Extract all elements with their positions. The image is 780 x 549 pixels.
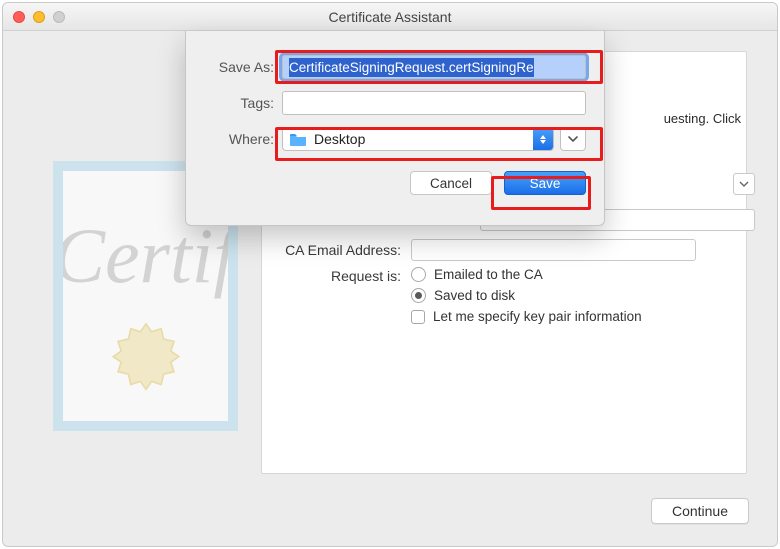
background-dropdown-stub[interactable] (733, 173, 755, 195)
keypair-check-row[interactable]: Let me specify key pair information (411, 309, 642, 324)
chevron-down-icon (567, 133, 579, 145)
zoom-window-button[interactable] (53, 11, 65, 23)
sheet-button-row: Cancel Save (186, 163, 604, 195)
tags-label: Tags: (196, 95, 274, 111)
close-window-button[interactable] (13, 11, 25, 23)
disclosure-button[interactable] (560, 127, 586, 151)
ca-email-field[interactable] (411, 239, 696, 261)
where-stepper-icon (533, 128, 553, 150)
instruction-text-fragment: uesting. Click (664, 111, 741, 126)
radio-saved-label: Saved to disk (434, 288, 515, 303)
titlebar: Certificate Assistant (3, 3, 777, 31)
continue-button[interactable]: Continue (651, 498, 749, 524)
ca-email-row: CA Email Address: (261, 239, 696, 261)
where-label: Where: (196, 131, 274, 147)
save-as-field[interactable]: CertificateSigningRequest.certSigningRe (282, 55, 586, 79)
cancel-button[interactable]: Cancel (410, 171, 492, 195)
save-sheet: Save As: CertificateSigningRequest.certS… (185, 31, 605, 226)
window-controls (13, 11, 65, 23)
radio-saved[interactable] (411, 288, 426, 303)
save-as-row: Save As: CertificateSigningRequest.certS… (186, 55, 604, 79)
request-is-label: Request is: (261, 267, 401, 284)
minimize-window-button[interactable] (33, 11, 45, 23)
certificate-seal-icon (106, 319, 186, 399)
radio-emailed-label: Emailed to the CA (434, 267, 543, 282)
save-as-value: CertificateSigningRequest.certSigningRe (289, 58, 534, 77)
save-button-label: Save (530, 176, 561, 191)
radio-emailed-row[interactable]: Emailed to the CA (411, 267, 642, 282)
folder-icon (289, 132, 307, 146)
certificate-assistant-window: Certificate Assistant Certif uesting. Cl… (2, 2, 778, 547)
request-options: Emailed to the CA Saved to disk Let me s… (411, 267, 642, 330)
tags-row: Tags: (186, 91, 604, 115)
keypair-checkbox[interactable] (411, 310, 425, 324)
where-popup[interactable]: Desktop (282, 127, 554, 151)
radio-emailed[interactable] (411, 267, 426, 282)
where-row: Where: Desktop (186, 127, 604, 151)
window-title: Certificate Assistant (329, 9, 452, 25)
request-is-row: Request is: Emailed to the CA Saved to d… (261, 267, 642, 330)
cancel-button-label: Cancel (430, 176, 472, 191)
continue-button-label: Continue (672, 503, 728, 519)
tags-field[interactable] (282, 91, 586, 115)
keypair-check-label: Let me specify key pair information (433, 309, 642, 324)
radio-saved-row[interactable]: Saved to disk (411, 288, 642, 303)
save-as-label: Save As: (196, 59, 274, 75)
save-button[interactable]: Save (504, 171, 586, 195)
where-value: Desktop (314, 131, 365, 147)
chevron-down-icon (739, 179, 749, 189)
ca-email-label: CA Email Address: (261, 242, 401, 258)
